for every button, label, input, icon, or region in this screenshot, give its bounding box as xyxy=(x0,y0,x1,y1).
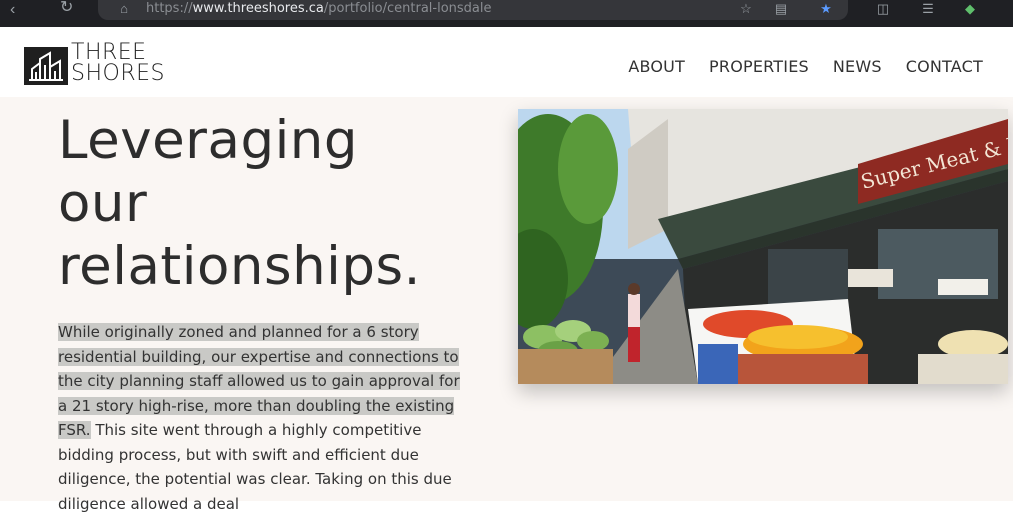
site-info-icon[interactable]: ⌂ xyxy=(116,1,132,17)
split-screen-icon[interactable]: ◫ xyxy=(875,1,891,17)
star-icon[interactable]: ☆ xyxy=(738,1,754,17)
logo-icon[interactable] xyxy=(24,47,68,85)
reader-icon[interactable]: ▤ xyxy=(773,1,789,17)
logo-text[interactable]: THREE SHORES xyxy=(71,40,165,86)
logo-line-2: SHORES xyxy=(71,61,165,86)
nav-about[interactable]: ABOUT xyxy=(628,57,685,76)
body-paragraph: While originally zoned and planned for a… xyxy=(58,320,463,516)
headline-line-1: Leveraging xyxy=(58,110,359,171)
url-text[interactable]: https://www.threeshores.ca/portfolio/cen… xyxy=(146,1,492,16)
browser-toolbar: ‹ ↻ ⌂ https://www.threeshores.ca/portfol… xyxy=(0,0,1013,27)
back-icon[interactable]: ‹ xyxy=(10,2,26,18)
nav-news[interactable]: NEWS xyxy=(833,57,882,76)
main-nav: ABOUT PROPERTIES NEWS CONTACT xyxy=(628,57,983,76)
nav-contact[interactable]: CONTACT xyxy=(906,57,983,76)
main-content: Leveraging our relationships. While orig… xyxy=(0,97,1013,513)
site-header: THREE SHORES ABOUT PROPERTIES NEWS CONTA… xyxy=(0,27,1013,97)
market-photo: Super Meat & Deli xyxy=(518,109,1008,384)
favorites-icon[interactable]: ☰ xyxy=(920,1,936,17)
logo-line-1: THREE xyxy=(71,40,147,65)
paragraph-rest: This site went through a highly competit… xyxy=(58,421,452,513)
extension-icon[interactable]: ★ xyxy=(818,1,834,17)
headline-line-2: our xyxy=(58,173,148,234)
shield-icon[interactable]: ◆ xyxy=(962,1,978,17)
nav-properties[interactable]: PROPERTIES xyxy=(709,57,809,76)
refresh-icon[interactable]: ↻ xyxy=(60,0,76,16)
headline-line-3: relationships. xyxy=(58,236,421,297)
page-headline: Leveraging our relationships. xyxy=(58,109,478,298)
address-bar[interactable]: ⌂ https://www.threeshores.ca/portfolio/c… xyxy=(98,0,848,20)
